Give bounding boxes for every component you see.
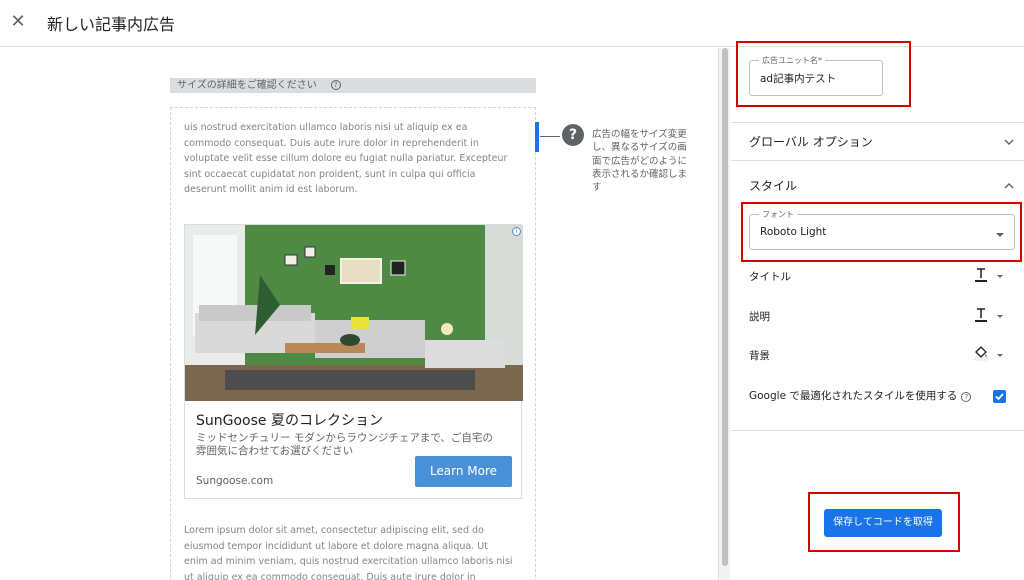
page-header: ✕ 新しい記事内広告 [0, 0, 1024, 47]
resize-hint: 広告の幅をサイズ変更し、異なるサイズの画面で広告がどのように表示されるか確認しま… [592, 129, 688, 194]
ad-image[interactable]: i [185, 225, 523, 401]
title-style-label: タイトル [749, 271, 791, 283]
fill-color-icon[interactable] [974, 345, 988, 361]
preview-scrollbar[interactable] [718, 48, 730, 580]
description-caret-icon[interactable] [997, 315, 1003, 318]
help-icon[interactable]: ? [961, 392, 972, 402]
chevron-down-icon[interactable] [1004, 137, 1014, 147]
google-optimized-text: Google で最適化されたスタイルを使用する [749, 390, 958, 402]
save-and-get-code-button[interactable]: 保存してコードを取得 [824, 509, 942, 537]
question-icon: ? [562, 124, 584, 146]
settings-panel: 広告ユニット名* ad記事内テスト グローバル オプション スタイル フォント … [731, 41, 1024, 580]
in-article-ad[interactable]: i SunGoose 夏のコレクション ミッドセンチュリー モダンからラウンジチ… [184, 224, 523, 499]
help-icon[interactable]: ? [330, 80, 341, 90]
ad-unit-name-field[interactable]: 広告ユニット名* ad記事内テスト [749, 55, 883, 96]
font-value[interactable]: Roboto Light [760, 226, 826, 238]
article-text-top: uis nostrud exercitation ullamco laboris… [184, 122, 508, 196]
font-dropdown[interactable]: フォント Roboto Light [749, 209, 1015, 250]
title-caret-icon[interactable] [997, 275, 1003, 278]
font-label: フォント [759, 209, 797, 220]
ad-description: ミッドセンチュリー モダンからラウンジチェアまで、ご自宅の雰囲気に合わせてお選び… [196, 432, 493, 457]
global-options-title: グローバル オプション [749, 135, 873, 149]
resize-handle[interactable] [535, 122, 539, 152]
page-title: 新しい記事内広告 [47, 15, 176, 34]
learn-more-button[interactable]: Learn More [415, 456, 512, 487]
ad-title[interactable]: SunGoose 夏のコレクション [196, 410, 383, 430]
adchoices-icon[interactable]: i [512, 227, 521, 236]
background-style-label: 背景 [749, 350, 770, 362]
close-icon[interactable]: ✕ [6, 10, 30, 34]
google-optimized-label: Google で最適化されたスタイルを使用する? [749, 388, 972, 403]
size-details-label: サイズの詳細をご確認ください [177, 80, 317, 91]
google-optimized-checkbox[interactable] [993, 390, 1006, 403]
ad-url[interactable]: Sungoose.com [196, 475, 273, 487]
hint-connector [540, 136, 560, 137]
article-text-bottom: Lorem ipsum dolor sit amet, consectetur … [184, 525, 513, 580]
living-room-photo [185, 225, 523, 401]
global-options-section[interactable]: グローバル オプション [731, 122, 1024, 160]
background-caret-icon[interactable] [997, 354, 1003, 357]
style-section-title: スタイル [749, 179, 798, 193]
ad-unit-name-label: 広告ユニット名* [759, 55, 825, 66]
chevron-up-icon[interactable] [1004, 181, 1014, 191]
description-style-label: 説明 [749, 311, 770, 323]
ad-preview-area: サイズの詳細をご確認ください? uis nostrud exercitation… [0, 48, 718, 580]
text-color-icon[interactable] [974, 267, 988, 283]
dropdown-caret-icon[interactable] [996, 233, 1004, 237]
ad-unit-name-value[interactable]: ad記事内テスト [760, 71, 836, 86]
scrollbar-thumb[interactable] [722, 48, 728, 566]
size-details-bar: サイズの詳細をご確認ください? [170, 78, 536, 93]
text-color-icon[interactable] [974, 307, 988, 323]
preview-frame: uis nostrud exercitation ullamco laboris… [170, 107, 536, 580]
